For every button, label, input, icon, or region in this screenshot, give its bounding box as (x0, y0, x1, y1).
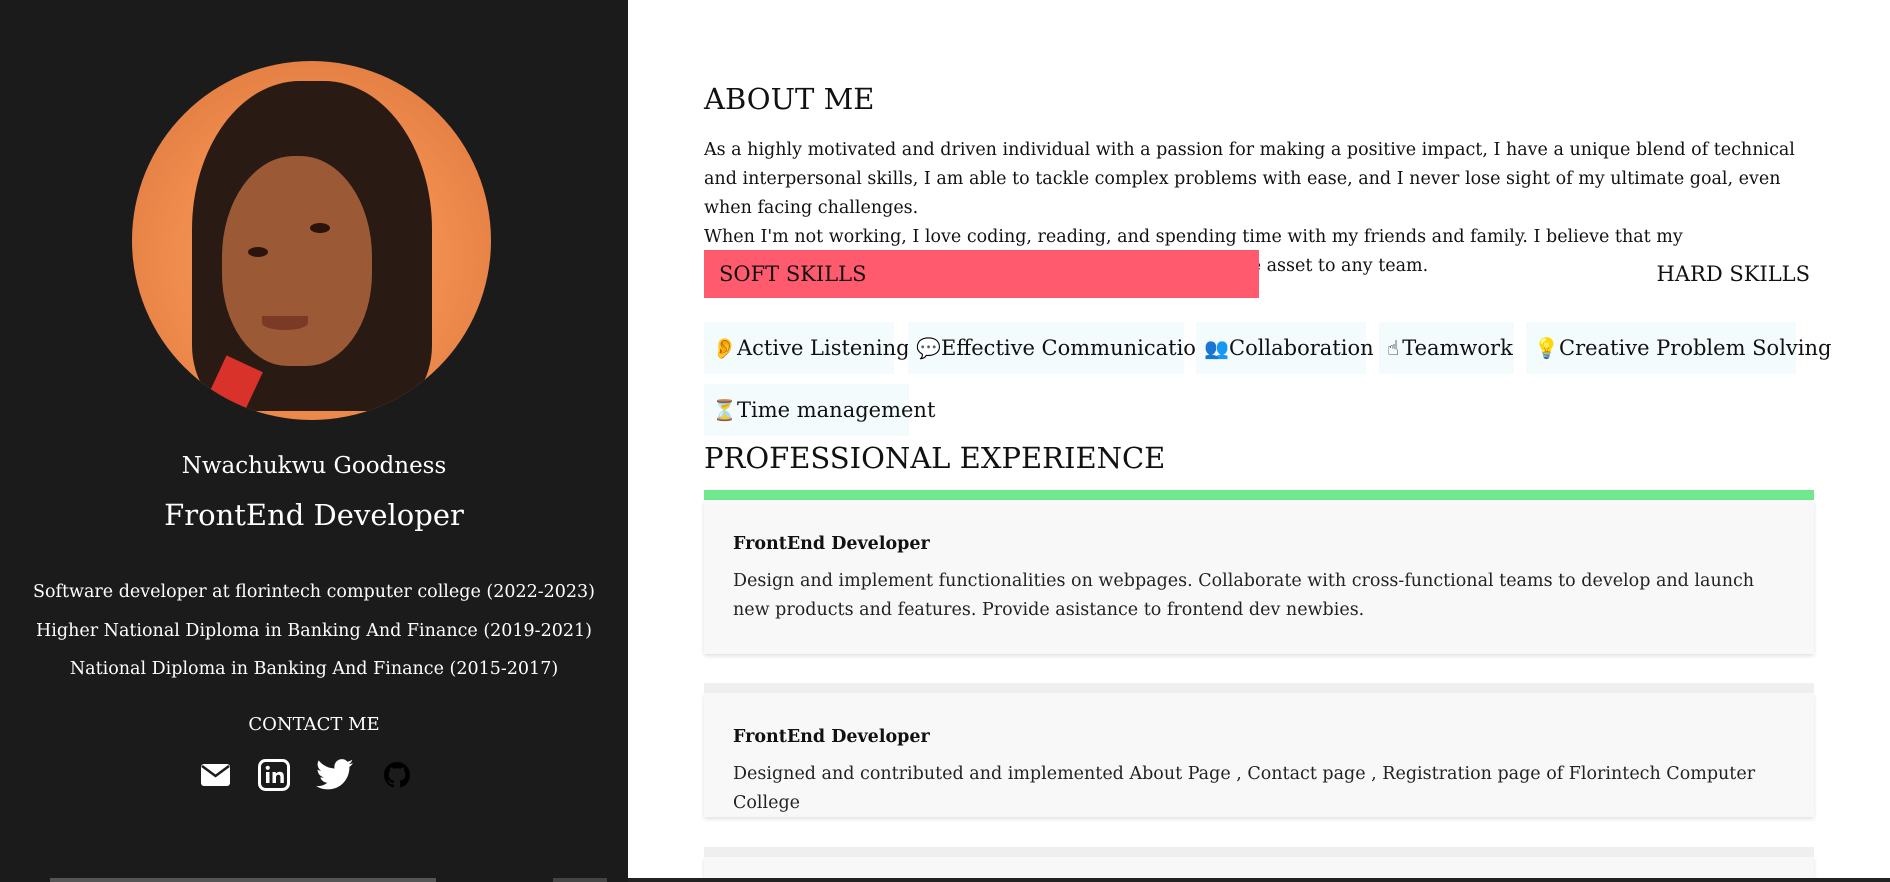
contact-title: CONTACT ME (248, 714, 380, 735)
history-item: Software developer at florintech compute… (32, 582, 596, 602)
skill-label: Effective Communication (941, 336, 1210, 360)
history-item: National Diploma in Banking And Finance … (69, 659, 559, 679)
profile-role: FrontEnd Developer (164, 498, 464, 532)
about-title: ABOUT ME (704, 82, 875, 116)
github-icon[interactable] (381, 756, 413, 794)
experience-description: Design and implement functionalities on … (733, 571, 1755, 620)
about-paragraph: As a highly motivated and driven individ… (704, 140, 1795, 218)
skill-label: Time management (737, 398, 936, 422)
profile-name: Nwachukwu Goodness (181, 453, 447, 479)
linkedin-icon[interactable] (255, 756, 293, 794)
lightbulb-icon: 💡 (1534, 336, 1559, 360)
experience-title: PROFESSIONAL EXPERIENCE (704, 441, 1166, 475)
history-list: Software developer at florintech compute… (0, 580, 628, 696)
experience-role: FrontEnd Developer (733, 727, 930, 747)
skill-label: Teamwork (1402, 336, 1513, 360)
mail-icon[interactable] (196, 756, 234, 794)
skill-chip[interactable]: 👥 Collaboration (1196, 322, 1374, 374)
hands-icon: ☝ (1387, 336, 1400, 360)
skill-chip[interactable]: ⏳ Time management (704, 384, 935, 436)
window-bottom-edge (628, 878, 1890, 882)
main-content: ABOUT ME As a highly motivated and drive… (628, 0, 1890, 882)
speech-bubble-icon: 💬 (916, 336, 941, 360)
avatar (132, 61, 491, 420)
social-links (196, 756, 413, 794)
page: Nwachukwu Goodness FrontEnd Developer So… (0, 0, 1890, 882)
history-item: Higher National Diploma in Banking And F… (36, 620, 592, 641)
hourglass-icon: ⏳ (712, 398, 737, 422)
skill-chip[interactable]: 💡 Creative Problem Solving (1526, 322, 1831, 374)
experience-description: Designed and contributed and implemented… (733, 764, 1756, 813)
experience-card: FrontEnd Developer Designed and contribu… (704, 683, 1814, 817)
experience-role: FrontEnd Developer (733, 534, 930, 554)
tab-hard-skills[interactable]: HARD SKILLS (1657, 250, 1810, 298)
experience-divider (704, 490, 1814, 500)
horizontal-scrollbar[interactable] (50, 878, 436, 882)
twitter-icon[interactable] (314, 756, 356, 794)
people-icon: 👥 (1204, 336, 1229, 360)
profile-sidebar: Nwachukwu Goodness FrontEnd Developer So… (0, 0, 628, 882)
skill-label: Collaboration (1229, 336, 1374, 360)
skill-chip[interactable]: 👂 Active Listening (704, 322, 910, 374)
skill-chip[interactable]: 💬 Effective Communication (908, 322, 1209, 374)
ear-icon: 👂 (712, 336, 737, 360)
skill-chip[interactable]: ☝ Teamwork (1379, 322, 1514, 374)
experience-card: FrontEnd Developer Design and implement … (704, 500, 1814, 654)
scrollbar-handle[interactable] (553, 878, 607, 882)
tab-soft-skills[interactable]: SOFT SKILLS (704, 250, 1259, 298)
skill-label: Creative Problem Solving (1559, 336, 1832, 360)
skills-tabs: SOFT SKILLS HARD SKILLS (704, 250, 1810, 298)
skill-label: Active Listening (737, 336, 910, 360)
